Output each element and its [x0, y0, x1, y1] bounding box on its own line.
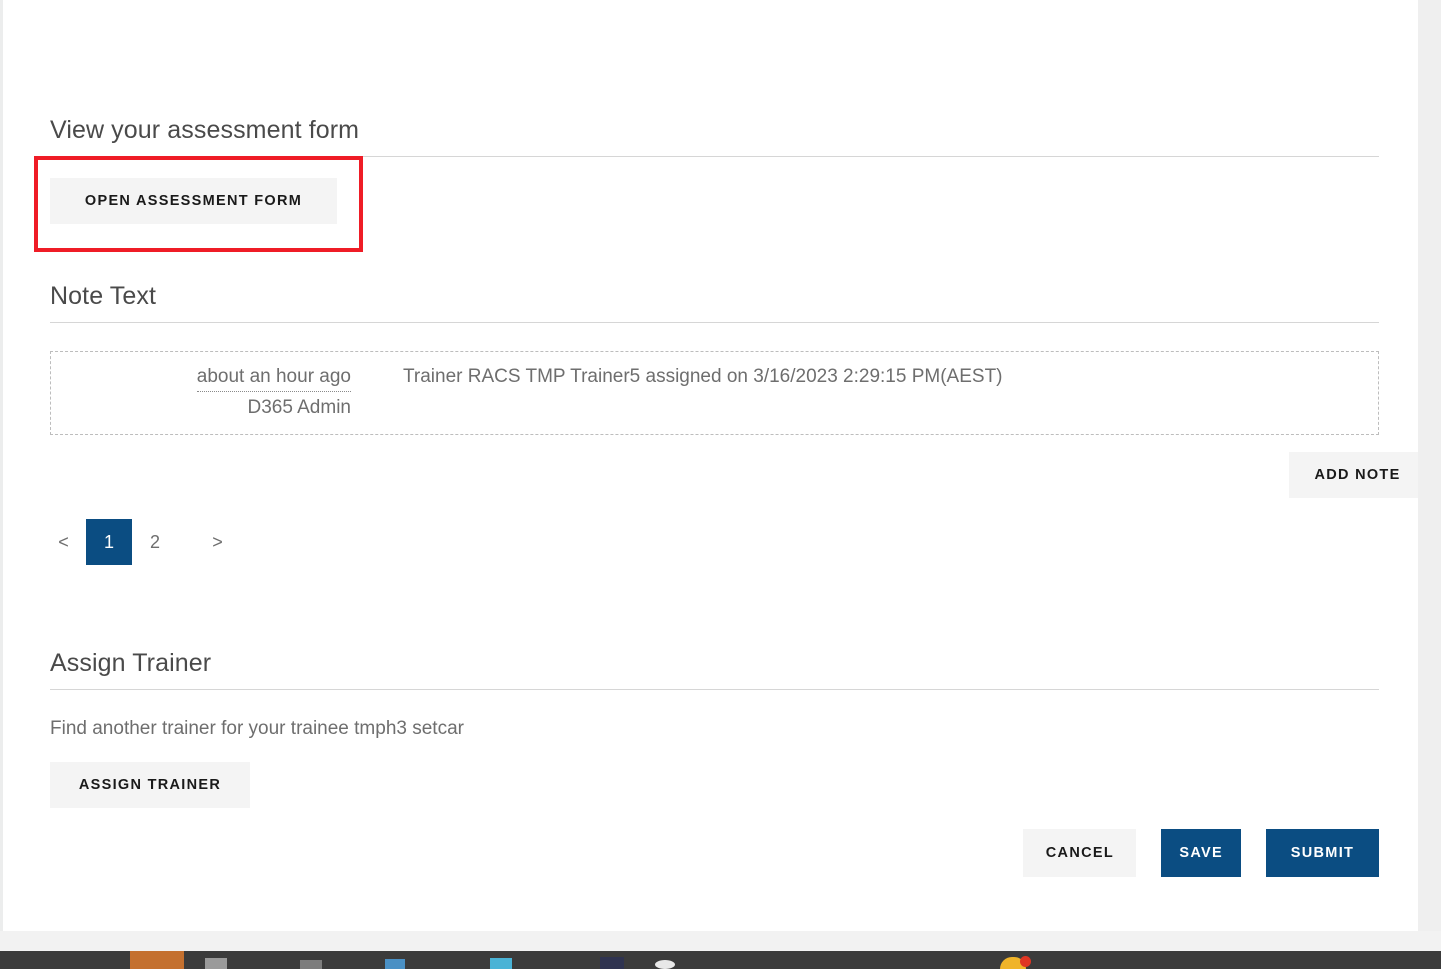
- taskbar-app-icon-3[interactable]: [385, 959, 405, 969]
- form-action-bar: CANCEL SAVE SUBMIT: [50, 829, 1379, 877]
- taskbar-active-app-icon[interactable]: [130, 951, 184, 969]
- note-meta: about an hour ago D365 Admin: [65, 363, 357, 421]
- taskbar-notification-dot-icon: [1020, 956, 1031, 967]
- assign-trainer-heading: Assign Trainer: [50, 649, 212, 677]
- taskbar-app-icon-5[interactable]: [600, 957, 624, 969]
- page-surface: View your assessment form OPEN ASSESSMEN…: [3, 0, 1426, 931]
- taskbar-app-icon-6[interactable]: [655, 960, 675, 969]
- heading-divider-assign-trainer: [50, 689, 1379, 690]
- pagination-page-2[interactable]: 2: [132, 519, 178, 565]
- note-list-item: about an hour ago D365 Admin Trainer RAC…: [50, 351, 1379, 436]
- taskbar-app-icon-1[interactable]: [205, 958, 227, 969]
- note-text-heading: Note Text: [50, 282, 157, 310]
- note-author: D365 Admin: [247, 396, 351, 418]
- open-assessment-form-button[interactable]: OPEN ASSESSMENT FORM: [50, 178, 337, 224]
- save-button[interactable]: SAVE: [1161, 829, 1241, 877]
- submit-button[interactable]: SUBMIT: [1266, 829, 1379, 877]
- pagination-next-button[interactable]: >: [204, 519, 231, 565]
- note-text-section: Note Text about an hour ago D365 Admin T…: [50, 281, 1426, 565]
- note-timestamp[interactable]: about an hour ago: [196, 363, 351, 392]
- cancel-button[interactable]: CANCEL: [1023, 829, 1137, 877]
- browser-viewport: View your assessment form OPEN ASSESSMEN…: [0, 0, 1441, 969]
- note-body-text: Trainer RACS TMP Trainer5 assigned on 3/…: [403, 366, 1003, 387]
- pagination-prev-button[interactable]: <: [50, 519, 77, 565]
- taskbar-app-icon-4[interactable]: [490, 958, 512, 969]
- page-right-gutter: [1418, 0, 1441, 931]
- note-pagination: < 1 2 >: [50, 519, 231, 565]
- assign-trainer-description: Find another trainer for your trainee tm…: [50, 718, 464, 739]
- taskbar-app-icon-2[interactable]: [300, 960, 322, 969]
- assign-trainer-section: Assign Trainer Find another trainer for …: [50, 648, 1379, 808]
- pagination-page-1[interactable]: 1: [86, 519, 132, 565]
- add-note-button[interactable]: ADD NOTE: [1289, 452, 1426, 498]
- os-taskbar[interactable]: [0, 951, 1441, 969]
- view-assessment-form-heading: View your assessment form: [50, 116, 360, 144]
- view-assessment-form-section: View your assessment form OPEN ASSESSMEN…: [34, 115, 1379, 252]
- assign-trainer-button[interactable]: ASSIGN TRAINER: [50, 761, 250, 808]
- heading-divider-view-form: [50, 156, 1379, 157]
- heading-divider-note-text: [50, 322, 1379, 323]
- page-bottom-gutter: [0, 931, 1441, 951]
- note-list: about an hour ago D365 Admin Trainer RAC…: [50, 351, 1379, 436]
